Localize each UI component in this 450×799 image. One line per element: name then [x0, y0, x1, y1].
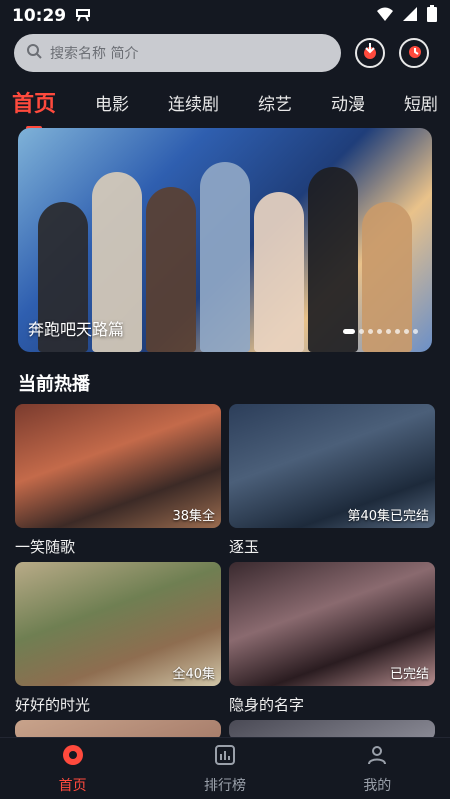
pagination-dot — [386, 329, 391, 334]
tab-home[interactable]: 首页 — [12, 82, 56, 130]
tab-series[interactable]: 连续剧 — [168, 86, 219, 119]
pagination-dot — [395, 329, 400, 334]
pagination-dot — [377, 329, 382, 334]
bottom-nav: 首页 排行榜 我的 — [0, 737, 450, 799]
episode-badge: 38集全 — [172, 509, 215, 524]
banner-caption: 奔跑吧天路篇 — [28, 320, 125, 339]
ranking-icon — [213, 743, 237, 771]
show-title: 逐玉 — [229, 538, 260, 556]
wifi-icon — [376, 6, 394, 27]
show-card[interactable]: 已完结 隐身的名字 — [229, 562, 435, 720]
tab-anime[interactable]: 动漫 — [331, 86, 365, 119]
history-icon — [405, 42, 423, 64]
show-card[interactable]: 第40集已完结 逐玉 — [229, 404, 435, 562]
nav-home[interactable]: 首页 — [59, 743, 87, 795]
app-notification-icon — [74, 5, 92, 28]
episode-badge: 全40集 — [172, 667, 215, 682]
pagination-dot — [359, 329, 364, 334]
nav-ranking-label: 排行榜 — [203, 777, 246, 794]
battery-icon — [426, 4, 438, 28]
signal-icon — [402, 6, 418, 27]
history-button[interactable] — [399, 38, 429, 68]
nav-ranking[interactable]: 排行榜 — [204, 743, 246, 795]
search-placeholder: 搜索名称 简介 — [50, 46, 139, 62]
nav-home-label: 首页 — [58, 777, 87, 794]
nav-profile-label: 我的 — [363, 777, 392, 794]
tab-short-drama[interactable]: 短剧 — [404, 86, 438, 119]
status-bar: 10:29 — [0, 0, 450, 32]
show-title: 隐身的名字 — [229, 696, 305, 714]
search-input[interactable]: 搜索名称 简介 — [14, 34, 341, 72]
show-card[interactable]: 全40集 好好的时光 — [15, 562, 221, 720]
category-tabs: 首页 电影 连续剧 综艺 动漫 短剧 — [0, 80, 450, 130]
nav-profile[interactable]: 我的 — [363, 743, 391, 795]
top-bar: 搜索名称 简介 — [14, 34, 438, 72]
download-button[interactable] — [355, 38, 385, 68]
home-icon — [61, 743, 85, 771]
status-time: 10:29 — [12, 6, 67, 26]
tab-movie[interactable]: 电影 — [95, 86, 129, 119]
pagination-dot — [343, 329, 355, 334]
show-thumbnail: 全40集 — [15, 562, 221, 686]
episode-badge: 第40集已完结 — [347, 509, 429, 524]
download-icon — [361, 42, 379, 64]
pagination-dot — [368, 329, 373, 334]
show-card[interactable]: 38集全 一笑随歌 — [15, 404, 221, 562]
section-title: 当前热播 — [18, 374, 90, 395]
episode-badge: 已完结 — [389, 667, 429, 682]
show-thumbnail: 已完结 — [229, 562, 435, 686]
show-thumbnail: 第40集已完结 — [229, 404, 435, 528]
pagination-dot — [413, 329, 418, 334]
now-playing-grid: 38集全 一笑随歌 第40集已完结 逐玉 全40集 好好的时光 已完结 隐身的名… — [15, 404, 437, 740]
profile-icon — [365, 743, 389, 771]
tab-variety[interactable]: 综艺 — [258, 86, 292, 119]
pagination-dot — [404, 329, 409, 334]
featured-banner[interactable]: 奔跑吧天路篇 — [18, 128, 432, 352]
search-icon — [26, 43, 42, 63]
show-title: 一笑随歌 — [15, 538, 76, 556]
show-title: 好好的时光 — [15, 696, 91, 714]
banner-pagination — [343, 329, 418, 334]
show-thumbnail: 38集全 — [15, 404, 221, 528]
